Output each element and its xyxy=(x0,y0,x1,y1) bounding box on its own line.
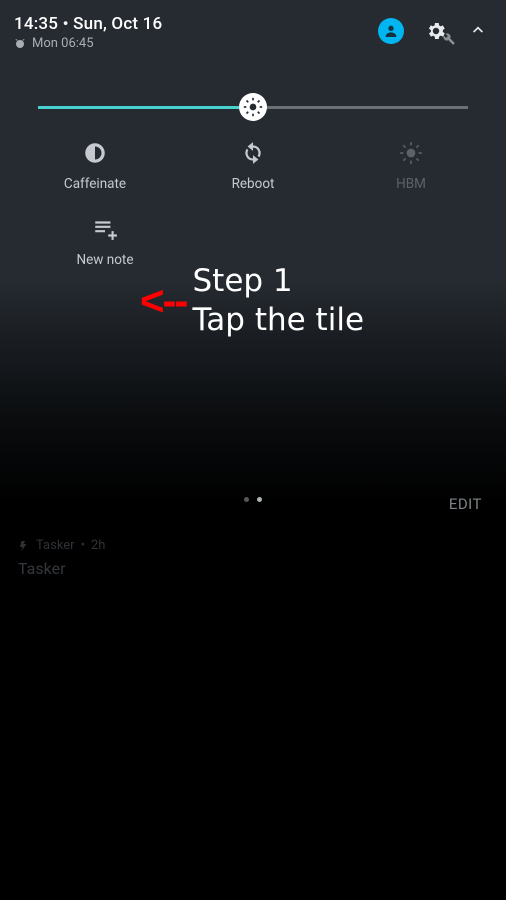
notification-app: Tasker xyxy=(36,538,75,553)
alarm-line: Mon 06:45 xyxy=(14,36,162,51)
person-icon xyxy=(383,23,399,39)
page-dots[interactable] xyxy=(244,497,262,502)
notification-age: 2h xyxy=(91,538,105,553)
settings-button[interactable] xyxy=(422,18,450,44)
clock-date: 14:35 • Sun, Oct 16 xyxy=(14,14,162,34)
tile-caffeinate[interactable]: Caffeinate xyxy=(20,140,170,192)
tile-new-note[interactable]: New note xyxy=(30,216,180,268)
caffeinate-icon xyxy=(82,140,108,166)
lightning-icon xyxy=(18,540,30,552)
arrow-annotation: <-- xyxy=(140,280,187,322)
tile-label: HBM xyxy=(396,176,426,192)
user-account-button[interactable] xyxy=(378,18,404,44)
brightness-icon xyxy=(243,97,263,117)
reboot-icon xyxy=(240,140,266,166)
brightness-slider[interactable] xyxy=(38,84,468,130)
quick-tiles-grid: Caffeinate Reboot HBM New note xyxy=(0,140,506,268)
pager-row: EDIT xyxy=(0,497,506,502)
brightness-thumb[interactable] xyxy=(238,92,268,122)
tile-hbm[interactable]: HBM xyxy=(336,140,486,192)
alarm-icon xyxy=(14,38,26,50)
brightness-track-empty xyxy=(253,106,468,109)
collapse-button[interactable] xyxy=(468,19,488,43)
tile-reboot[interactable]: Reboot xyxy=(178,140,328,192)
tile-label: Caffeinate xyxy=(64,176,126,192)
alarm-time: Mon 06:45 xyxy=(32,36,94,51)
clock-date-text: Sun, Oct 16 xyxy=(73,14,162,34)
hbm-icon xyxy=(398,140,424,166)
new-note-icon xyxy=(92,216,118,242)
page-dot-active[interactable] xyxy=(257,497,262,502)
status-bar: 14:35 • Sun, Oct 16 Mon 06:45 xyxy=(0,0,506,70)
brightness-track-filled xyxy=(38,106,253,109)
page-dot[interactable] xyxy=(244,497,249,502)
tutorial-annotation: <-- Step 1 Tap the tile xyxy=(140,262,364,340)
annotation-line2: Tap the tile xyxy=(193,301,365,340)
notification-title: Tasker xyxy=(18,559,105,578)
edit-button[interactable]: EDIT xyxy=(449,495,482,513)
status-left: 14:35 • Sun, Oct 16 Mon 06:45 xyxy=(14,14,162,51)
wrench-icon xyxy=(442,32,456,46)
clock-time: 14:35 xyxy=(14,14,58,34)
chevron-up-icon xyxy=(468,19,488,39)
notification-tasker[interactable]: Tasker • 2h Tasker xyxy=(18,538,105,578)
tile-label: Reboot xyxy=(232,176,275,192)
tile-label: New note xyxy=(76,252,133,268)
separator-dot: • xyxy=(63,14,69,34)
